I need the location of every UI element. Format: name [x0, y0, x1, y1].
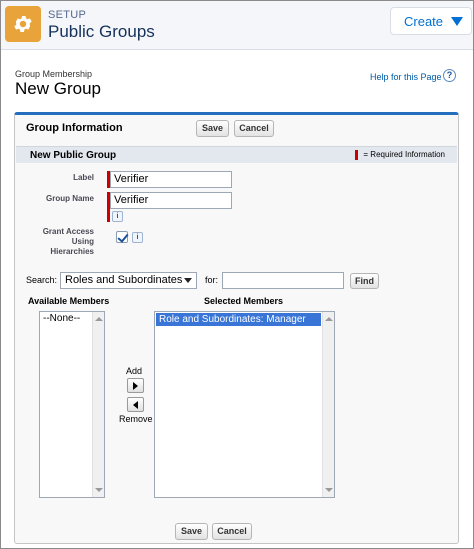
- save-button-bottom[interactable]: Save: [175, 523, 208, 540]
- search-type-value: Roles and Subordinates: [65, 274, 183, 286]
- arrow-left-icon: [133, 401, 138, 409]
- page-title: New Group: [15, 79, 101, 98]
- search-for-input[interactable]: [222, 272, 344, 289]
- remove-button[interactable]: [127, 397, 144, 412]
- cancel-button-bottom[interactable]: Cancel: [212, 523, 252, 540]
- section-title: New Public Group: [30, 150, 117, 161]
- add-label: Add: [126, 366, 143, 376]
- group-name-input[interactable]: Verifier: [110, 192, 232, 209]
- grant-access-label: Grant Access Using Hierarchies: [15, 227, 94, 257]
- add-button[interactable]: [127, 378, 144, 393]
- group-name-field-label: Group Name: [45, 194, 94, 203]
- cancel-button-top[interactable]: Cancel: [234, 120, 274, 137]
- search-label: Search:: [26, 275, 58, 285]
- setup-header: SETUP Public Groups Create: [1, 1, 473, 50]
- save-button-top[interactable]: Save: [196, 120, 229, 137]
- scroll-up-icon: [325, 317, 333, 321]
- required-legend-text: = Required Information: [363, 150, 445, 160]
- panel-title: Group Information: [26, 122, 123, 134]
- scroll-up-icon: [95, 317, 103, 321]
- find-button[interactable]: Find: [350, 273, 379, 289]
- scroll-down-icon: [325, 488, 333, 492]
- scrollbar[interactable]: [322, 312, 334, 497]
- required-marker: [355, 150, 359, 160]
- remove-label: Remove: [119, 414, 153, 424]
- section-header: New Public Group = Required Information: [16, 146, 457, 163]
- setup-section-label: SETUP: [48, 9, 87, 21]
- grant-access-checkbox[interactable]: [116, 231, 128, 243]
- for-label: for:: [205, 275, 219, 285]
- page-subtitle: Group Membership: [15, 69, 93, 79]
- gear-icon: [5, 6, 41, 42]
- arrow-right-icon: [133, 382, 138, 390]
- label-field-label: Label: [73, 173, 94, 182]
- help-icon[interactable]: ?: [443, 69, 456, 82]
- panel-header: Group Information Save Cancel: [15, 115, 458, 143]
- scroll-down-icon: [95, 488, 103, 492]
- help-link[interactable]: Help for this Page: [370, 72, 442, 82]
- scrollbar[interactable]: [92, 312, 104, 497]
- create-button[interactable]: Create: [390, 7, 472, 35]
- info-icon[interactable]: i: [132, 232, 143, 243]
- setup-page-title: Public Groups: [48, 22, 155, 41]
- info-icon[interactable]: i: [112, 211, 123, 222]
- available-members-header: Available Members: [28, 296, 110, 306]
- available-members-list[interactable]: --None--: [39, 311, 105, 498]
- caret-down-icon: [451, 17, 463, 26]
- required-legend: = Required Information: [355, 150, 445, 160]
- grant-access-label-line: Grant Access: [42, 227, 94, 236]
- selected-members-header: Selected Members: [204, 296, 284, 306]
- label-input[interactable]: Verifier: [110, 171, 232, 188]
- chevron-down-icon: [184, 278, 192, 283]
- selected-members-list[interactable]: Role and Subordinates: Manager: [154, 311, 335, 498]
- grant-access-label-line: Hierarchies: [50, 247, 94, 256]
- search-type-select[interactable]: Roles and Subordinates: [60, 272, 197, 289]
- group-information-panel: Group Information Save Cancel New Public…: [14, 112, 459, 544]
- grant-access-label-line: Using: [71, 237, 94, 246]
- create-button-label: Create: [404, 13, 444, 29]
- list-item[interactable]: Role and Subordinates: Manager: [156, 313, 321, 326]
